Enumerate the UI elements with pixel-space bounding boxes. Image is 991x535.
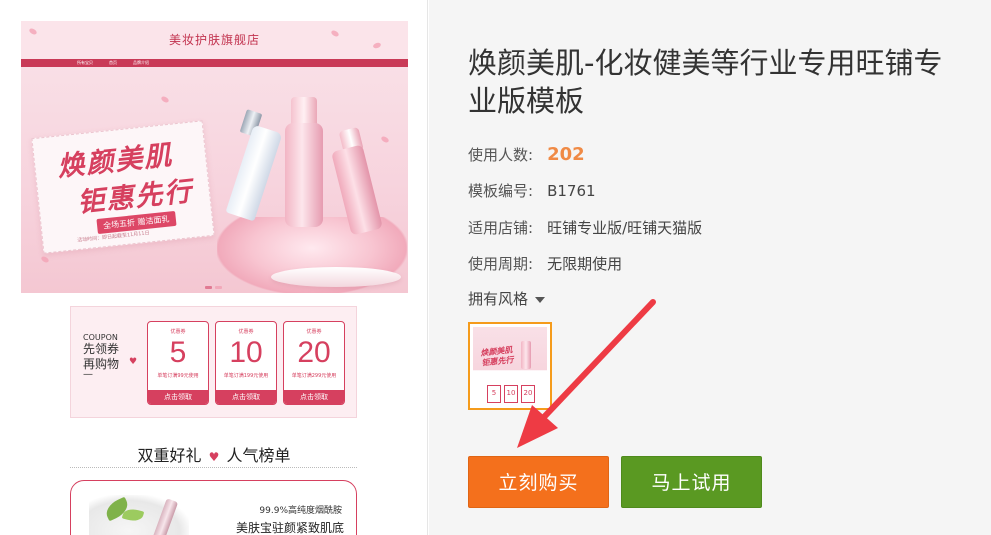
thumb-bottle-image [521, 341, 531, 369]
thumb-title: 焕颜美肌 钜惠先行 [480, 345, 514, 368]
nav-item-all-products: 所有宝贝 [77, 60, 93, 65]
claim-coupon-button[interactable]: 点击领取 [216, 390, 276, 404]
dropper-bottle-image [225, 124, 283, 222]
coupon-value: 5 [169, 336, 187, 369]
template-title: 焕颜美肌-化妆健美等行业专用旺铺专业版模板 [468, 46, 943, 118]
product-tagline: 99.9%高纯度烟酰胺 [259, 506, 342, 516]
template-info-panel: 焕颜美肌-化妆健美等行业专用旺铺专业版模板 使用人数: 202 模板编号: B176… [429, 0, 991, 535]
thumb-coupon: 5 [487, 385, 501, 403]
gift-section-title: 双重好礼 ♥ 人气榜单 [0, 442, 427, 466]
coupon-label: 优惠券 [306, 329, 322, 335]
try-now-button[interactable]: 马上试用 [621, 456, 762, 508]
thumb-title-line2: 钜惠先行 [481, 355, 514, 368]
info-row-shop-type: 适用店铺: 旺铺专业版/旺铺天猫版 [468, 217, 702, 238]
carousel-dot[interactable] [205, 286, 212, 289]
heart-icon: ♥ [208, 450, 220, 464]
coupon-card[interactable]: 优惠券 20 单笔订满299元使用 点击领取 [283, 321, 345, 405]
gift-title-left: 双重好礼 [137, 446, 202, 465]
template-id-value: B1761 [547, 182, 596, 200]
period-value: 无限期使用 [547, 255, 623, 273]
shop-nav-bar: 所有宝贝 首页 品牌介绍 [21, 59, 408, 67]
claim-coupon-button[interactable]: 点击领取 [148, 390, 208, 404]
coupon-intro-dash: — [83, 369, 93, 380]
info-row-usage: 使用人数: 202 [468, 144, 585, 165]
product-card[interactable]: 99.9%高纯度烟酰胺 美肤宝驻颜紧致肌底 [70, 480, 357, 535]
nav-item-brand: 品牌介绍 [133, 60, 149, 65]
coupon-label: 优惠券 [170, 329, 186, 335]
style-thumbnail[interactable]: 焕颜美肌 钜惠先行 5 10 20 [468, 322, 552, 410]
template-preview: 美妆护肤旗舰店 所有宝贝 首页 品牌介绍 焕颜美肌 钜惠先行 全场五折 赠洁面乳… [0, 0, 428, 535]
template-id-label: 模板编号: [468, 182, 534, 200]
usage-count: 202 [547, 144, 585, 165]
caret-down-icon [535, 296, 546, 303]
coupon-value: 20 [297, 336, 331, 369]
product-name: 美肤宝驻颜紧致肌底 [235, 521, 344, 535]
info-row-period: 使用周期: 无限期使用 [468, 253, 622, 274]
coupon-card[interactable]: 优惠券 10 单笔订满199元使用 点击领取 [215, 321, 277, 405]
petal-decoration [28, 27, 38, 36]
usage-label: 使用人数: [468, 146, 534, 164]
display-pedestal [271, 267, 401, 287]
shop-header: 美妆护肤旗舰店 [21, 21, 408, 59]
style-thumbnail-image: 焕颜美肌 钜惠先行 5 10 20 [473, 327, 547, 405]
shop-type-label: 适用店铺: [468, 219, 534, 237]
carousel-dot[interactable] [215, 286, 222, 289]
coupon-intro-line1: 先领券 [83, 342, 120, 356]
coupon-strip: COUPON 先领券 再购物 — ♥ 优惠券 5 单笔订满99元使用 点击领取 … [70, 306, 357, 418]
nav-item-home: 首页 [109, 60, 117, 65]
coupon-value: 10 [229, 336, 263, 369]
coupon-card[interactable]: 优惠券 5 单笔订满99元使用 点击领取 [147, 321, 209, 405]
coupon-condition: 单笔订满299元使用 [291, 373, 337, 379]
thumb-coupon: 10 [504, 385, 518, 403]
coupon-condition: 单笔订满99元使用 [157, 373, 199, 379]
info-row-template-id: 模板编号: B1761 [468, 180, 596, 201]
shop-name: 美妆护肤旗舰店 [168, 33, 260, 47]
petal-decoration [372, 41, 382, 50]
coupon-condition: 单笔订满199元使用 [223, 373, 269, 379]
claim-coupon-button[interactable]: 点击领取 [284, 390, 344, 404]
toner-bottle-image [285, 123, 323, 227]
petal-decoration [40, 255, 50, 264]
period-label: 使用周期: [468, 255, 534, 273]
coupon-intro-en: COUPON [83, 333, 118, 342]
coupon-label: 优惠券 [238, 329, 254, 335]
petal-decoration [160, 95, 170, 104]
style-dropdown-toggle[interactable]: 拥有风格 [468, 288, 546, 309]
petal-decoration [330, 29, 340, 38]
section-divider [70, 467, 357, 468]
thumb-coupon: 20 [521, 385, 535, 403]
petal-decoration [380, 135, 390, 144]
buy-now-button[interactable]: 立刻购买 [468, 456, 609, 508]
heart-icon: ♥ [129, 357, 138, 367]
shop-type-value: 旺铺专业版/旺铺天猫版 [547, 219, 703, 237]
style-toggle-label: 拥有风格 [468, 290, 529, 308]
coupon-intro: COUPON 先领券 再购物 — [83, 333, 120, 380]
hero-banner: 焕颜美肌 钜惠先行 全场五折 赠洁面乳 活动时间：即日起截至11月11日 [21, 67, 408, 293]
gift-title-right: 人气榜单 [226, 446, 291, 465]
